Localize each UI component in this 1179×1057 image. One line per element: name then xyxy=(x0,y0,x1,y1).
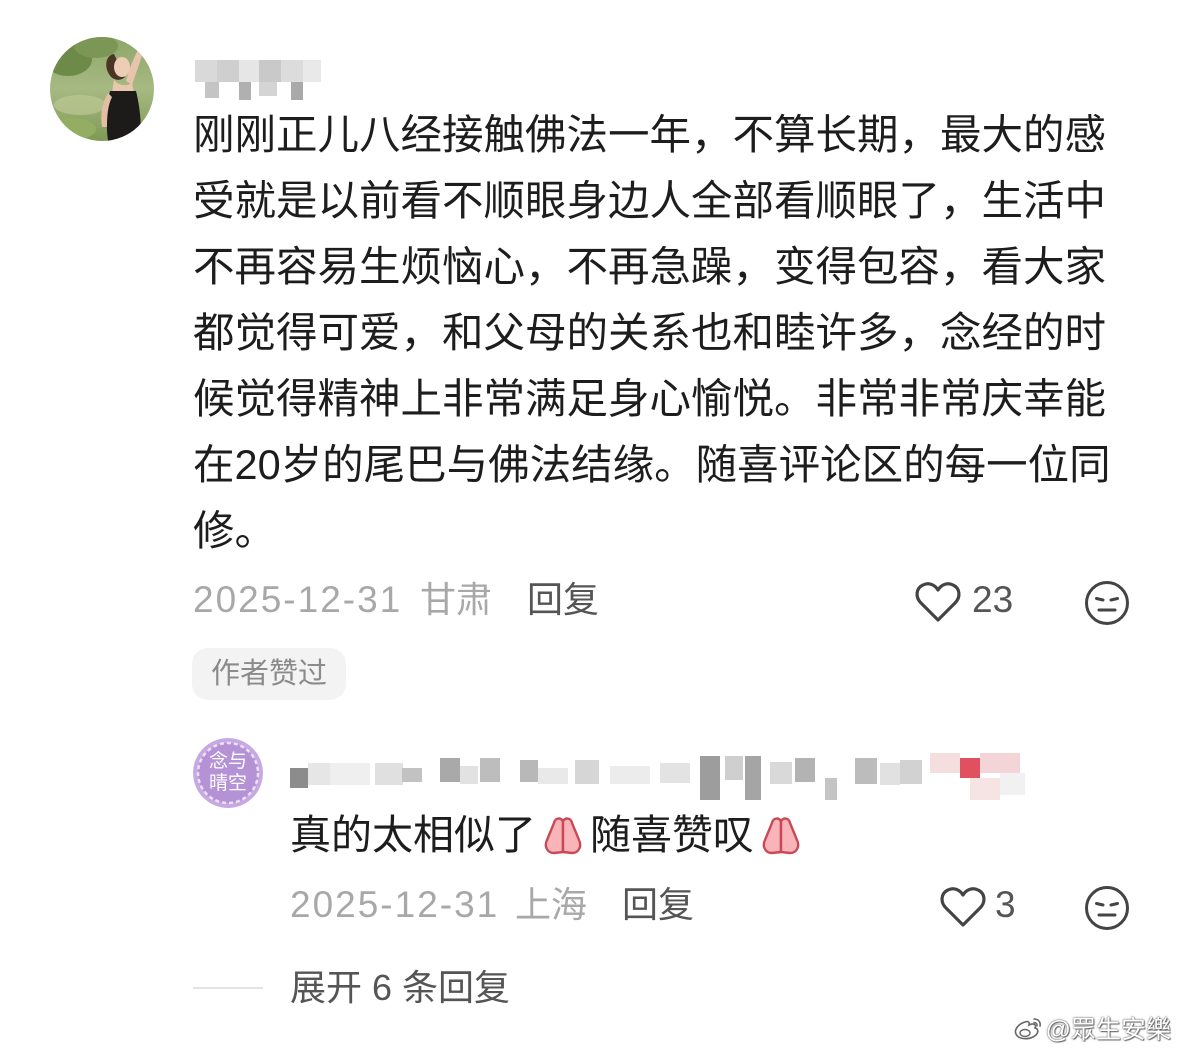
comment-text-line: 刚刚正儿八经接触佛法一年，不算长期，最大的感 xyxy=(193,111,1107,158)
comment-text-line: 都觉得可爱，和父母的关系也和睦许多，念经的时 xyxy=(193,309,1107,356)
unamused-face-icon[interactable] xyxy=(1083,884,1131,932)
watermark: @眾生安樂 xyxy=(1013,1010,1171,1046)
like-button[interactable] xyxy=(938,885,988,929)
heart-outline-icon[interactable] xyxy=(914,580,962,624)
comment-thread: 刚刚正儿八经接触佛法一年，不算长期，最大的感 受就是以前看不顺眼身边人全部看顺眼… xyxy=(0,0,1179,1057)
dislike-button[interactable] xyxy=(1083,884,1131,932)
praying-hands-icon xyxy=(544,817,582,855)
heart-outline-icon[interactable] xyxy=(939,885,987,929)
commenter-avatar[interactable] xyxy=(50,37,154,141)
weibo-logo-icon xyxy=(1014,1018,1041,1040)
dislike-button[interactable] xyxy=(1083,579,1131,627)
watermark-text: @眾生安樂 xyxy=(1045,1016,1171,1044)
comment-text-line: 在20岁的尾巴与佛法结缘。随喜评论区的每一位同 xyxy=(193,441,1111,488)
like-count: 23 xyxy=(972,579,1014,620)
comment-text-line: 受就是以前看不顺眼身边人全部看顺眼了，生活中 xyxy=(193,177,1107,224)
unamused-face-icon[interactable] xyxy=(1083,579,1131,627)
comment-date: 2025-12-31 xyxy=(193,579,403,620)
replier-avatar[interactable]: 念与 晴空 xyxy=(193,738,263,808)
comment-text-line: 候觉得精神上非常满足身心愉悦。非常非常庆幸能 xyxy=(193,375,1107,422)
reply-location: 上海 xyxy=(515,884,588,925)
comment-text-line: 不再容易生烦恼心，不再急躁，变得包容，看大家 xyxy=(193,243,1107,290)
avatar-text-line: 念与 xyxy=(208,751,247,772)
like-count: 3 xyxy=(995,884,1016,925)
reply-text: 真的太相似了 随喜赞叹 xyxy=(290,802,808,868)
like-button[interactable] xyxy=(913,580,963,624)
profile-photo[interactable] xyxy=(50,37,154,141)
comment-text-line: 修。 xyxy=(193,507,277,554)
reply-button[interactable]: 回复 xyxy=(622,883,694,927)
redacted-username[interactable] xyxy=(195,55,325,105)
avatar-text-line: 晴空 xyxy=(208,773,247,794)
author-liked-badge: 作者赞过 xyxy=(192,648,346,700)
praying-hands-icon xyxy=(762,817,800,855)
reply-date: 2025-12-31 xyxy=(290,884,500,925)
comment-location: 甘肃 xyxy=(420,579,493,620)
comment-text: 刚刚正儿八经接触佛法一年，不算长期，最大的感 受就是以前看不顺眼身边人全部看顺眼… xyxy=(193,102,1111,564)
expand-replies-button[interactable]: 展开 6 条回复 xyxy=(290,966,510,1010)
reply-text-part: 真的太相似了 xyxy=(290,812,536,858)
expand-divider xyxy=(193,987,263,989)
redacted-username[interactable] xyxy=(280,738,1050,808)
reply-button[interactable]: 回复 xyxy=(527,578,599,622)
reply-text-part: 随喜赞叹 xyxy=(590,812,754,858)
avatar-lettering: 念与 晴空 xyxy=(193,738,263,808)
